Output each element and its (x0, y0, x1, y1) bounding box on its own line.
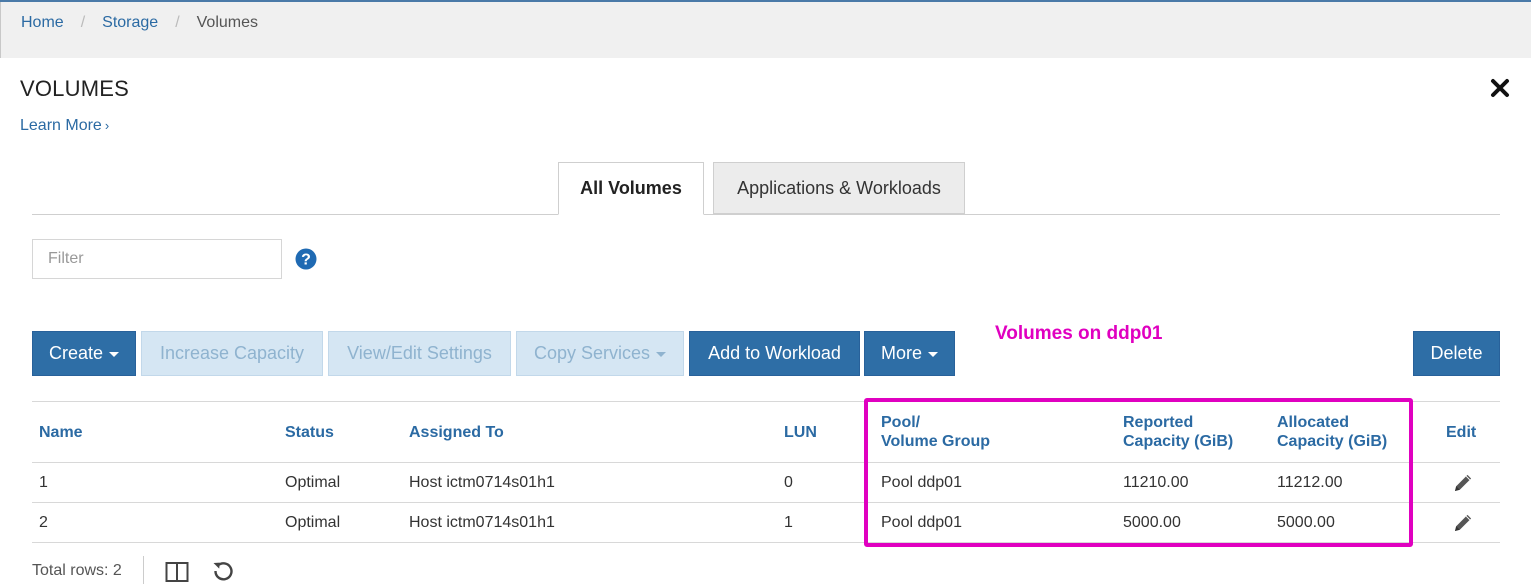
cell-name: 1 (39, 473, 48, 491)
breadcrumb-storage[interactable]: Storage (102, 14, 158, 32)
header-allocated-line1: Allocated (1277, 414, 1350, 431)
cell-allocated-capacity: 5000.00 (1277, 513, 1335, 531)
delete-button[interactable]: Delete (1413, 331, 1500, 376)
tab-all-volumes[interactable]: All Volumes (558, 162, 704, 215)
header-assigned-to[interactable]: Assigned To (409, 402, 784, 463)
pencil-icon[interactable] (1452, 512, 1474, 534)
cell-lun: 0 (784, 473, 793, 491)
header-status[interactable]: Status (285, 402, 409, 463)
header-lun[interactable]: LUN (784, 402, 878, 463)
breadcrumb-separator: / (175, 14, 180, 31)
breadcrumb-current: Volumes (196, 14, 259, 31)
create-label: Create (48, 343, 104, 363)
cell-allocated-capacity: 11212.00 (1277, 473, 1343, 491)
cell-lun: 1 (784, 513, 793, 531)
breadcrumb: Home / Storage / Volumes (21, 14, 258, 32)
cell-reported-capacity: 5000.00 (1123, 513, 1181, 531)
cell-assigned-to: Host ictm0714s01h1 (409, 473, 555, 491)
breadcrumb-separator: / (80, 14, 86, 31)
columns-icon[interactable] (165, 561, 189, 583)
cell-edit (1443, 463, 1500, 503)
close-icon[interactable] (1490, 78, 1510, 98)
cell-pool: Pool ddp01 (881, 473, 962, 491)
breadcrumb-bar: Home / Storage / Volumes (0, 2, 1531, 58)
copy-services-button[interactable]: Copy Services (516, 331, 684, 376)
total-rows: Total rows: 2 (32, 562, 122, 579)
header-pool[interactable]: Pool/ Volume Group (878, 402, 1123, 463)
header-edit: Edit (1446, 423, 1477, 441)
volumes-table: Name Status Assigned To LUN Pool/ Volume… (32, 401, 1500, 543)
header-allocated-line2: Capacity (GiB) (1277, 433, 1388, 450)
add-to-workload-button[interactable]: Add to Workload (689, 331, 860, 376)
copy-services-label: Copy Services (533, 343, 651, 363)
table-header-row: Name Status Assigned To LUN Pool/ Volume… (32, 401, 1500, 463)
more-button[interactable]: More (864, 331, 955, 376)
chevron-right-icon: › (104, 118, 110, 133)
table-row[interactable]: 1 Optimal Host ictm0714s01h1 0 Pool ddp0… (32, 463, 1500, 503)
svg-text:?: ? (301, 252, 311, 269)
header-reported-capacity[interactable]: Reported Capacity (GiB) (1123, 402, 1277, 463)
breadcrumb-home[interactable]: Home (21, 14, 64, 32)
cell-reported-capacity: 11210.00 (1123, 473, 1189, 491)
increase-capacity-button[interactable]: Increase Capacity (141, 331, 323, 376)
pencil-icon[interactable] (1452, 472, 1474, 494)
header-allocated-capacity[interactable]: Allocated Capacity (GiB) (1277, 402, 1443, 463)
header-name[interactable]: Name (32, 402, 285, 463)
cell-status: Optimal (285, 473, 341, 491)
header-pool-line2: Volume Group (881, 433, 991, 450)
cell-status: Optimal (285, 513, 341, 531)
annotation-label: Volumes on ddp01 (995, 323, 1163, 344)
cell-edit (1443, 503, 1500, 543)
header-reported-line2: Capacity (GiB) (1123, 433, 1234, 450)
cell-pool: Pool ddp01 (881, 513, 962, 531)
cell-assigned-to: Host ictm0714s01h1 (409, 513, 555, 531)
page-title: VOLUMES (20, 76, 129, 101)
filter-input[interactable] (32, 239, 282, 279)
table-row[interactable]: 2 Optimal Host ictm0714s01h1 1 Pool ddp0… (32, 503, 1500, 543)
learn-more-label: Learn More (20, 117, 102, 134)
help-icon[interactable]: ? (295, 248, 317, 270)
header-pool-line1: Pool/ (881, 414, 921, 431)
tabs-divider (32, 214, 1500, 215)
caret-down-icon (109, 352, 120, 357)
caret-down-icon (656, 352, 667, 357)
tab-applications-workloads[interactable]: Applications & Workloads (713, 162, 965, 214)
learn-more-link[interactable]: Learn More › (20, 117, 109, 135)
view-edit-settings-button[interactable]: View/Edit Settings (328, 331, 511, 376)
header-reported-line1: Reported (1123, 414, 1194, 431)
footer-divider (143, 556, 144, 584)
caret-down-icon (928, 352, 938, 357)
refresh-icon[interactable] (212, 560, 234, 582)
more-label: More (880, 343, 922, 363)
cell-name: 2 (39, 513, 48, 531)
create-button[interactable]: Create (32, 331, 136, 376)
